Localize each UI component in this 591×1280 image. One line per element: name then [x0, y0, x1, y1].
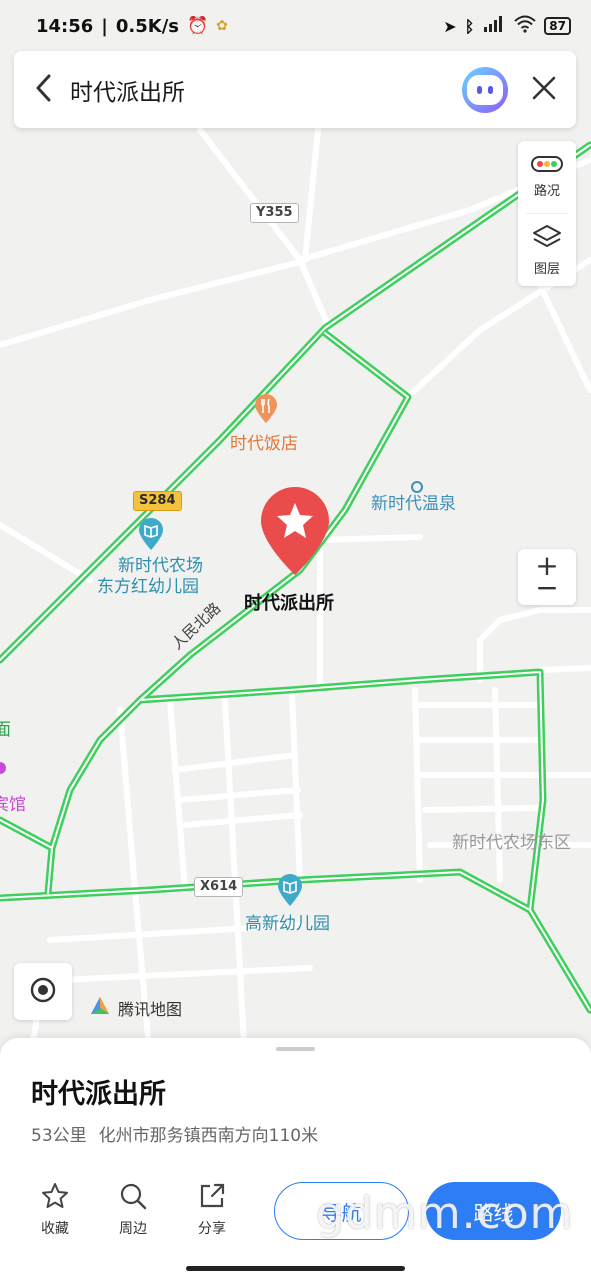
wifi-icon [514, 15, 536, 38]
kindergarten1-label-line2[interactable]: 东方红幼儿园 [97, 577, 199, 597]
voice-assistant-icon[interactable] [462, 66, 508, 113]
nearby-button[interactable]: 周边 [108, 1182, 158, 1238]
app-notification-icon: ✿ [216, 18, 228, 34]
layers-icon [532, 224, 562, 254]
selected-location-marker[interactable] [259, 485, 331, 577]
status-speed: 0.5K/s [115, 15, 179, 37]
search-icon [119, 1182, 147, 1214]
place-info: 53公里 化州市那务镇西南方向110米 [31, 1121, 318, 1146]
status-divider: | [101, 15, 108, 37]
watermark: gdmm.com [316, 1188, 574, 1239]
locate-button[interactable] [14, 963, 72, 1020]
zoom-out-icon[interactable]: − [535, 574, 558, 602]
map-view[interactable]: Y355 S284 X614 时代饭店 新时代温泉 新时代农场 东方红幼儿园 时… [0, 0, 591, 1060]
status-right: ➤ ᛒ 87 [443, 15, 571, 38]
share-button[interactable]: 分享 [187, 1182, 237, 1238]
star-icon [41, 1182, 69, 1214]
restaurant-icon[interactable] [253, 394, 279, 424]
map-brand: 腾讯地图 [88, 994, 182, 1022]
favorite-button[interactable]: 收藏 [30, 1182, 80, 1238]
kindergarten2-icon[interactable] [276, 873, 304, 907]
favorite-label: 收藏 [41, 1221, 69, 1237]
place-name: 时代派出所 [31, 1079, 166, 1110]
kindergarten-icon[interactable] [137, 517, 165, 551]
place-distance: 53公里 [31, 1126, 87, 1146]
close-icon[interactable] [532, 76, 556, 104]
road-shield-s284: S284 [133, 491, 182, 511]
zoom-control[interactable]: + − [518, 549, 576, 605]
hot-spring-icon[interactable] [411, 481, 423, 493]
back-icon[interactable] [34, 74, 52, 106]
sheet-grabber[interactable] [276, 1047, 315, 1051]
kindergarten1-label-line1[interactable]: 新时代农场 [118, 556, 203, 576]
status-bar: 14:56 | 0.5K/s ⏰ ✿ ➤ ᛒ 87 [0, 0, 591, 52]
locate-icon [30, 977, 56, 1007]
home-indicator[interactable] [186, 1266, 405, 1271]
nearby-label: 周边 [119, 1221, 147, 1237]
selected-location-label[interactable]: 时代派出所 [244, 593, 334, 615]
share-icon [198, 1182, 226, 1214]
place-detail-sheet: 时代派出所 53公里 化州市那务镇西南方向110米 收藏 周边 分享 导航 路线 [0, 1038, 591, 1280]
location-arrow-icon: ➤ [443, 16, 457, 36]
tencent-map-logo-icon [88, 994, 112, 1022]
place-address: 化州市那务镇西南方向110米 [98, 1126, 319, 1146]
edge-label-1: 面 [0, 720, 11, 740]
traffic-icon [531, 155, 563, 176]
east-area-label[interactable]: 新时代农场东区 [452, 833, 571, 853]
search-query-text[interactable]: 时代派出所 [70, 73, 462, 107]
road-shield-x614: X614 [194, 877, 244, 897]
bluetooth-icon: ᛒ [464, 16, 475, 36]
brand-label: 腾讯地图 [118, 1000, 183, 1019]
alarm-icon: ⏰ [187, 16, 209, 36]
traffic-button[interactable]: 路况 [518, 141, 576, 213]
edge-label-2: 宾馆 [0, 795, 26, 815]
battery-indicator: 87 [544, 17, 571, 35]
share-label: 分享 [198, 1221, 226, 1237]
traffic-label: 路况 [533, 183, 560, 199]
status-time: 14:56 [36, 15, 94, 37]
kindergarten2-label[interactable]: 高新幼儿园 [245, 914, 330, 934]
map-side-panel: 路况 图层 [518, 141, 576, 286]
status-left: 14:56 | 0.5K/s ⏰ ✿ [36, 16, 228, 37]
search-bar: 时代派出所 [14, 51, 576, 128]
hot-spring-label[interactable]: 新时代温泉 [371, 494, 456, 514]
signal-icon [482, 15, 506, 38]
road-shield-y355: Y355 [250, 203, 299, 223]
layers-label: 图层 [533, 261, 560, 277]
restaurant-label[interactable]: 时代饭店 [230, 434, 298, 454]
layers-button[interactable]: 图层 [518, 214, 576, 286]
